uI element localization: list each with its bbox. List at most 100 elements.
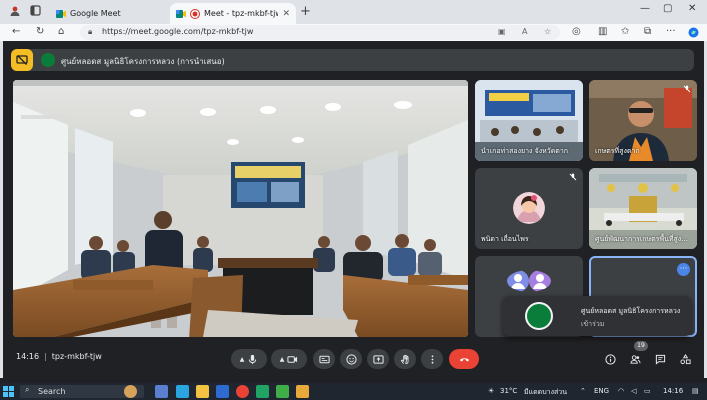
google-meet-favicon-icon (56, 9, 66, 18)
notifications-icon[interactable]: ▤ (692, 387, 699, 395)
profile-icon[interactable] (8, 5, 22, 19)
microphone-icon (249, 354, 257, 364)
language-indicator[interactable]: ENG (594, 387, 609, 395)
microphone-button[interactable]: ▲ (231, 349, 267, 369)
weather-temp[interactable]: 31°C (500, 387, 517, 395)
camera-in-use-icon[interactable]: ▣ (498, 27, 506, 36)
chevron-up-icon[interactable]: ▲ (280, 356, 285, 363)
present-screen-icon (372, 354, 384, 364)
joined-status: เข้าร่วม (581, 320, 605, 328)
meeting-info: 14:16 | tpz-mkbf-tjw (16, 352, 102, 361)
browser-essentials-icon[interactable]: ◎ (572, 25, 581, 39)
chat-icon (655, 354, 665, 365)
meeting-room-image (13, 80, 468, 337)
new-tab-icon[interactable]: + (300, 4, 311, 19)
more-vert-icon (431, 354, 433, 364)
lock-icon[interactable]: 🔒︎ (88, 27, 92, 37)
meet-control-bar: 14:16 | tpz-mkbf-tjw ▲ ▲ 19 (3, 341, 704, 378)
separator: | (44, 352, 47, 361)
participant-tile[interactable]: นำเกอท่าสองยาง จังหวัดตาก (475, 80, 583, 161)
leave-call-button[interactable] (449, 349, 479, 369)
tab-google-meet[interactable]: Google Meet (50, 3, 168, 24)
browser-tab-strip: Google Meet Meet - tpz-mkbf-tjw ✕ + — ▢ … (0, 0, 707, 24)
line-app-icon[interactable] (276, 385, 289, 398)
reload-icon[interactable]: ↻ (36, 25, 44, 39)
collections-icon[interactable]: ⧉ (644, 25, 651, 39)
favorite-star-icon[interactable]: ☆ (544, 27, 551, 36)
windows-start-icon[interactable] (3, 386, 14, 397)
meet-window: ศูนย์หลอดส มูลนิธิโครงการหลวง (การนำเสนอ… (3, 41, 704, 378)
edge-browser-icon[interactable] (176, 385, 189, 398)
chrome-icon[interactable] (236, 385, 249, 398)
home-icon[interactable]: ⌂ (58, 25, 64, 39)
participant-tile[interactable]: เกษตรที่สูงตาก (589, 80, 697, 161)
emoji-icon (345, 353, 357, 365)
captions-icon (318, 355, 330, 363)
participant-name: พนิดา เถื่อนไพร (481, 235, 529, 243)
search-highlight-icon[interactable] (124, 385, 137, 398)
chat-button[interactable] (651, 350, 669, 368)
close-tab-icon[interactable]: ✕ (282, 9, 290, 19)
maximize-icon[interactable]: ▢ (663, 3, 672, 14)
close-window-icon[interactable]: ✕ (688, 3, 696, 14)
meeting-time: 14:16 (16, 352, 40, 361)
tab-actions-icon[interactable] (28, 5, 42, 19)
present-off-icon (16, 55, 28, 65)
captions-button[interactable] (313, 349, 335, 369)
wifi-icon[interactable]: ◠ (618, 387, 624, 395)
tile-options-icon[interactable]: ··· (677, 263, 690, 276)
meeting-code: tpz-mkbf-tjw (51, 352, 102, 361)
weather-icon[interactable]: ☀ (488, 387, 494, 395)
chevron-up-icon[interactable]: ▲ (240, 356, 245, 363)
excel-icon[interactable] (256, 385, 269, 398)
volume-icon[interactable]: ◁ (631, 387, 636, 395)
word-icon[interactable] (216, 385, 229, 398)
meeting-details-button[interactable] (601, 350, 619, 368)
tab-meet-call[interactable]: Meet - tpz-mkbf-tjw ✕ (170, 3, 296, 24)
camera-icon (287, 355, 298, 363)
info-icon (604, 353, 616, 365)
people-button[interactable] (626, 350, 644, 368)
joined-participant-logo (525, 302, 553, 330)
recording-dot-icon (190, 8, 200, 19)
app-icon[interactable] (296, 385, 309, 398)
weather-text[interactable]: มีแดดบางส่วน (524, 387, 567, 398)
split-screen-icon[interactable]: ▥ (598, 25, 607, 39)
main-video[interactable] (13, 80, 468, 337)
participant-tile[interactable]: พนิดา เถื่อนไพร (475, 168, 583, 249)
people-icon (629, 354, 641, 364)
show-hidden-icons-icon[interactable]: ⌃ (580, 387, 586, 395)
minimize-icon[interactable]: — (640, 3, 650, 14)
presenter-banner: ศูนย์หลอดส มูลนิธิโครงการหลวง (การนำเสนอ… (11, 49, 694, 71)
participant-joined-toast: ศูนย์หลอดส มูลนิธิโครงการหลวง เข้าร่วม (503, 296, 691, 336)
camera-button[interactable]: ▲ (271, 349, 307, 369)
activities-icon (679, 353, 691, 364)
search-icon: ⌕ (25, 385, 30, 394)
mic-off-icon (683, 85, 691, 95)
tab-title: Google Meet (70, 9, 121, 18)
address-bar[interactable]: 🔒︎ https://meet.google.com/tpz-mkbf-tjw … (80, 25, 560, 40)
participant-name: นำเกอท่าสองยาง จังหวัดตาก (481, 147, 568, 155)
read-aloud-icon[interactable]: A (522, 27, 527, 36)
more-options-icon[interactable]: ··· (666, 25, 676, 39)
task-view-icon[interactable] (155, 385, 168, 398)
file-explorer-icon[interactable] (196, 385, 209, 398)
url-text: https://meet.google.com/tpz-mkbf-tjw (102, 27, 254, 36)
present-now-button[interactable] (367, 349, 389, 369)
taskbar-clock[interactable]: 14:16 (663, 387, 683, 395)
battery-icon[interactable]: ▭ (644, 387, 651, 395)
browser-toolbar: ← ↻ ⌂ 🔒︎ https://meet.google.com/tpz-mkb… (0, 24, 707, 41)
mic-off-icon (569, 173, 577, 183)
activities-button[interactable] (676, 350, 694, 368)
more-options-button[interactable] (421, 349, 443, 369)
end-call-icon (459, 357, 469, 361)
participant-tile[interactable]: ศูนย์พัฒนาการเกษตรพื้นที่สูง... (589, 168, 697, 249)
participant-avatar (513, 192, 545, 224)
back-icon[interactable]: ← (12, 25, 20, 39)
favorites-icon[interactable]: ✩ (621, 25, 629, 39)
emoji-button[interactable] (340, 349, 362, 369)
search-placeholder: Search (38, 387, 66, 396)
presentation-badge[interactable] (11, 49, 33, 71)
hand-icon (400, 354, 408, 364)
raise-hand-button[interactable] (394, 349, 416, 369)
